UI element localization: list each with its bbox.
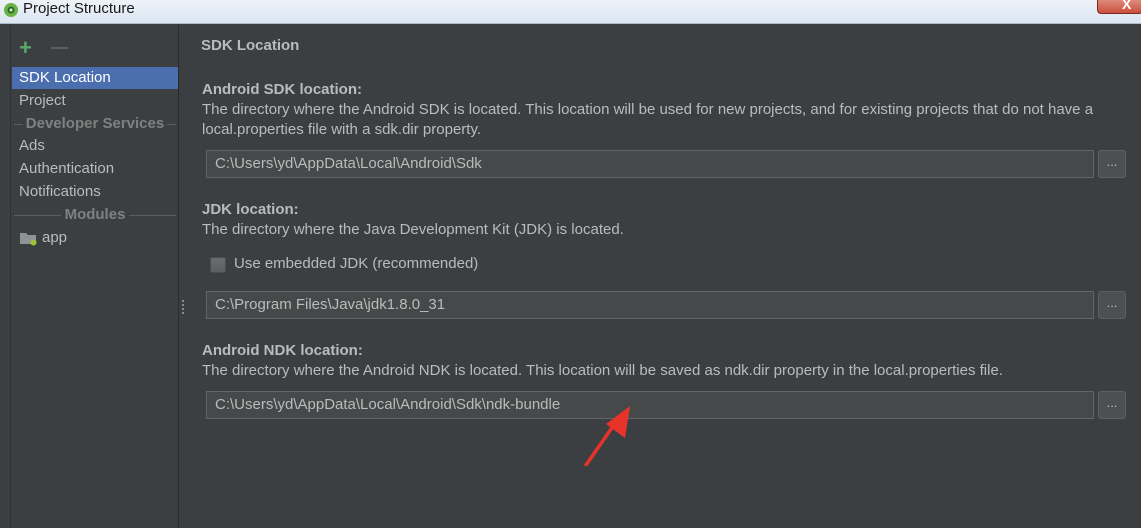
add-icon[interactable]: + bbox=[19, 37, 32, 59]
window-title: Project Structure bbox=[23, 0, 135, 17]
jdk-path-field[interactable]: C:\Program Files\Java\jdk1.8.0_31 bbox=[206, 291, 1094, 319]
android-sdk-path-field[interactable]: C:\Users\yd\AppData\Local\Android\Sdk bbox=[206, 150, 1094, 178]
sidebar-item-project[interactable]: Project bbox=[12, 90, 178, 112]
title-bar: Project Structure X bbox=[0, 0, 1141, 24]
android-ndk-heading: Android NDK location: bbox=[202, 342, 363, 359]
sidebar: + SDK Location Project Developer Service… bbox=[0, 25, 179, 528]
sidebar-edge bbox=[0, 25, 11, 528]
use-embedded-jdk-checkbox[interactable] bbox=[210, 257, 226, 273]
sidebar-header-developer-services: Developer Services bbox=[12, 113, 178, 135]
jdk-heading: JDK location: bbox=[202, 201, 299, 218]
close-button[interactable]: X bbox=[1097, 0, 1141, 14]
sidebar-item-notifications[interactable]: Notifications bbox=[12, 181, 178, 203]
remove-icon[interactable] bbox=[51, 47, 68, 49]
sdk-location-panel: SDK Location Android SDK location: The d… bbox=[180, 25, 1141, 528]
jdk-browse-button[interactable]: ... bbox=[1098, 291, 1126, 319]
android-studio-icon bbox=[4, 3, 18, 17]
close-icon: X bbox=[1122, 0, 1132, 12]
android-ndk-browse-button[interactable]: ... bbox=[1098, 391, 1126, 419]
annotation-arrow-icon bbox=[584, 406, 630, 466]
android-sdk-browse-button[interactable]: ... bbox=[1098, 150, 1126, 178]
android-ndk-path-field[interactable]: C:\Users\yd\AppData\Local\Android\Sdk\nd… bbox=[206, 391, 1094, 419]
sidebar-item-authentication[interactable]: Authentication bbox=[12, 158, 178, 180]
sidebar-item-ads[interactable]: Ads bbox=[12, 135, 178, 157]
android-sdk-heading: Android SDK location: bbox=[202, 81, 362, 98]
sidebar-item-sdk-location[interactable]: SDK Location bbox=[12, 67, 178, 89]
android-ndk-description: The directory where the Android NDK is l… bbox=[202, 362, 1003, 379]
jdk-description: The directory where the Java Development… bbox=[202, 221, 624, 238]
sidebar-header-modules: Modules bbox=[12, 204, 178, 226]
page-title: SDK Location bbox=[201, 37, 300, 54]
use-embedded-jdk-label[interactable]: Use embedded JDK (recommended) bbox=[234, 255, 478, 272]
sidebar-item-app[interactable]: app bbox=[12, 227, 178, 249]
android-sdk-description: The directory where the Android SDK is l… bbox=[202, 101, 1094, 138]
